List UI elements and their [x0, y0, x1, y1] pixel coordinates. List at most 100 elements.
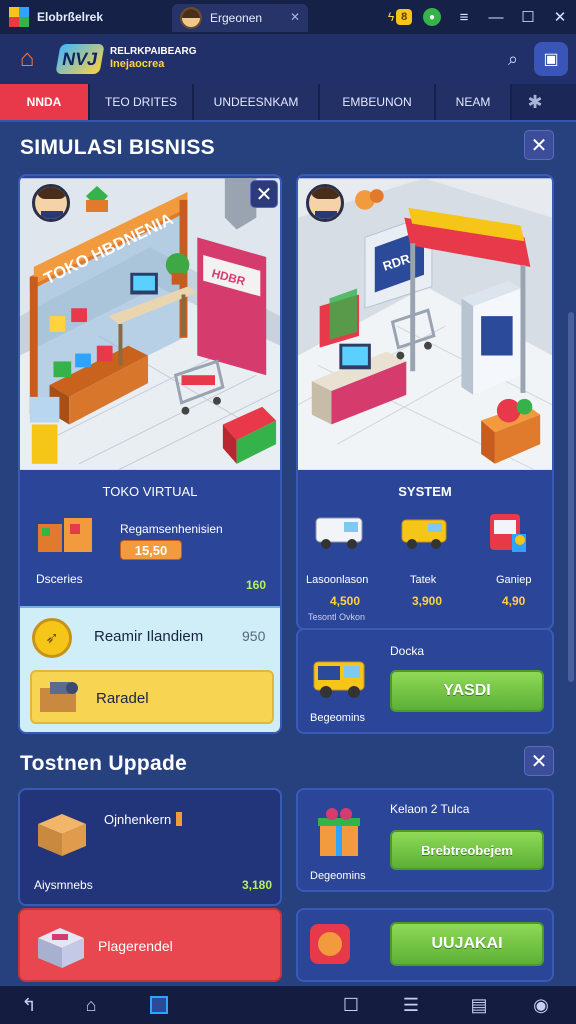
section1-close-button[interactable]: ✕ [524, 130, 554, 160]
vehicles-note: Tesontl Ovkon [308, 612, 366, 622]
home-button[interactable]: ⌂ [12, 44, 42, 74]
reward-label: Reamir Ilandiem [94, 628, 204, 645]
price-badge: 15,50 [120, 540, 182, 560]
close-icon: ✕ [530, 750, 548, 773]
menu-icon: ≡ [459, 8, 469, 26]
maximize-icon: ☐ [521, 9, 535, 26]
location-button[interactable]: ◉ [528, 992, 554, 1018]
reward-value: 950 [242, 628, 266, 644]
app-name: Elobrßelrek [37, 10, 104, 24]
controls-button[interactable]: ☰ [398, 992, 424, 1018]
window-titlebar: Elobrßelrek Ergeonen ✕ ϟ8 ● ≡ — ☐ ✕ [0, 0, 576, 34]
upgrade-value-1: 3,180 [242, 878, 273, 892]
brebtreobejem-button[interactable]: Brebtreobejem [390, 830, 544, 870]
screenshot-icon [150, 996, 168, 1014]
section2-close-button[interactable]: ✕ [524, 746, 554, 776]
money-bag-icon [82, 184, 112, 214]
scrollbar[interactable] [568, 312, 574, 682]
card-title-system: SYSTEM [398, 484, 452, 499]
tab-neam[interactable]: NEAM [436, 84, 512, 120]
tab-teo-drites[interactable]: TEO DRITES [90, 84, 194, 120]
app-logo-icon [9, 7, 29, 27]
upgrade-label-3: Kelaon 2 Tulca [390, 802, 470, 816]
boxes-icon [36, 510, 96, 556]
upgrade-card-2[interactable]: Plagerendel [18, 908, 282, 982]
coin-button[interactable]: ϟ8 [384, 0, 416, 34]
upgrade-label-1: Ojnhenkern [104, 812, 172, 827]
upgrade-sub-1: Aiysmnebs [34, 878, 93, 892]
section-title-simulasi: SIMULASI BISNISS [20, 136, 215, 159]
delivery-label: Docka [390, 644, 425, 658]
reward-coin-icon: ➶ [32, 618, 72, 658]
nav-tabs: NNDA TEO DRITES UNDEESNKAM EMBEUNON NEAM… [0, 84, 576, 120]
upgrade-card-3: Kelaon 2 Tulca Degeomins Brebtreobejem [296, 788, 554, 892]
close-icon: ✕ [255, 183, 273, 206]
upgrade-card-1: Ojnhenkern Aiysmnebs 3,180 [18, 788, 282, 906]
stat-value: 160 [246, 578, 267, 592]
upgrade-card-4: UUJAKAI [296, 908, 554, 982]
gamepad-button[interactable]: ● [416, 0, 448, 34]
avatar-icon [180, 7, 202, 29]
maximize-button[interactable]: ☐ [512, 0, 544, 34]
back-button[interactable]: ↰ [16, 992, 42, 1018]
window-tab-label: Ergeonen [210, 11, 263, 25]
uujakai-button[interactable]: UUJAKAI [390, 922, 544, 966]
settings-button[interactable]: ✱ [520, 84, 550, 120]
coin-icon: 8 [396, 9, 413, 25]
vehicle-label-3: Ganiep [496, 574, 532, 586]
window-tab[interactable]: Ergeonen ✕ [172, 4, 308, 32]
home-icon: ⌂ [19, 45, 35, 72]
product-label: Regamsenhenisien [120, 522, 223, 536]
system-scene-illustration: RDR [298, 178, 552, 471]
yasdi-button[interactable]: YASDI [390, 670, 544, 712]
app-switch-button[interactable] [146, 992, 172, 1018]
store-button[interactable]: ▣ [534, 42, 568, 76]
window-button[interactable]: ☐ [338, 992, 364, 1018]
location-icon: ◉ [533, 994, 549, 1015]
upgrade-label-2: Plagerendel [98, 938, 173, 954]
delivery-sub-label: Begeomins [310, 712, 366, 724]
toko-virtual-card: TOKO HBDNENIA HDBR ✕ TOKO VIRTUAL Regams… [18, 174, 282, 734]
boost-icon [310, 924, 350, 964]
sliders-icon: ☰ [402, 994, 420, 1015]
tab-nnda[interactable]: NNDA [0, 84, 90, 120]
search-icon: ⌕ [507, 48, 519, 69]
logo-text-line2: Inejaocrea [110, 58, 165, 70]
media-icon: ▤ [470, 994, 488, 1015]
van-icon [312, 508, 368, 552]
gift-icon [314, 804, 364, 860]
avatar [306, 184, 344, 222]
logo-text-line1: RELRKPAIBEARG [110, 46, 197, 57]
close-icon: ✕ [530, 134, 548, 157]
menu-button[interactable]: ≡ [448, 0, 480, 34]
lock-icon: ▣ [543, 51, 559, 68]
home-nav-button[interactable]: ⌂ [78, 992, 104, 1018]
card-title-toko-virtual: TOKO VIRTUAL [102, 484, 198, 499]
tab-close-icon[interactable]: ✕ [290, 10, 300, 24]
delivery-box-icon [36, 678, 84, 716]
vehicle-price-3: 4,90 [502, 594, 526, 608]
upgrade-sub-3: Degeomins [310, 870, 366, 882]
delivery-card: Docka Begeomins YASDI [296, 628, 554, 734]
minimize-button[interactable]: — [480, 0, 512, 34]
server-box-icon [34, 922, 88, 970]
tab-undeesnkam[interactable]: UNDEESNKAM [194, 84, 320, 120]
machine-icon [484, 508, 534, 556]
search-button[interactable]: ⌕ [500, 46, 526, 72]
close-icon: ✕ [553, 9, 567, 26]
vehicle-price-2: 3,900 [412, 594, 443, 608]
logo-mark: NVJ [55, 44, 105, 74]
vehicle-price-1: 4,500 [330, 594, 361, 608]
card-close-button[interactable]: ✕ [250, 180, 278, 208]
gear-icon: ✱ [527, 91, 543, 112]
crates-icon [34, 806, 94, 858]
close-window-button[interactable]: ✕ [544, 0, 576, 34]
back-icon: ↰ [21, 994, 37, 1015]
avatar [32, 184, 70, 222]
media-button[interactable]: ▤ [466, 992, 492, 1018]
truck-icon [398, 508, 454, 552]
tab-embeunon[interactable]: EMBEUNON [320, 84, 436, 120]
pencil-icon [176, 812, 182, 826]
lightning-icon: ϟ [387, 10, 395, 24]
stat-label: Dsceries [36, 572, 83, 586]
